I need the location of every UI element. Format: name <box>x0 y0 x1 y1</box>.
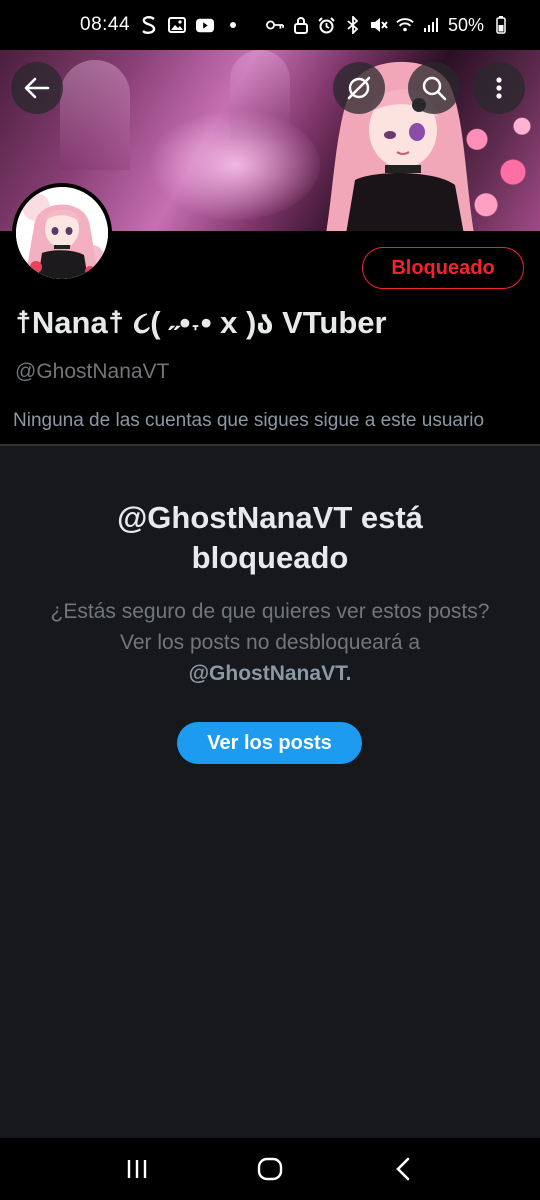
chevron-left-icon <box>396 1157 410 1181</box>
youtube-icon <box>196 16 215 34</box>
home-icon <box>257 1157 283 1181</box>
profile-display-name: ☨Nana☨ ૮( ˶•˕• x )ა VTuber <box>15 305 387 340</box>
blocked-notice-text: ¿Estás seguro de que quieres ver estos p… <box>40 596 500 689</box>
more-options-button[interactable] <box>473 62 525 114</box>
profile-handle: @GhostNanaVT <box>15 360 170 383</box>
gallery-icon <box>168 16 187 34</box>
home-button[interactable] <box>240 1144 300 1194</box>
avatar-illustration <box>16 187 108 279</box>
system-navigation-bar <box>0 1138 540 1200</box>
key-icon <box>265 16 284 34</box>
lock-icon <box>292 16 310 34</box>
back-nav-button[interactable] <box>373 1144 433 1194</box>
recent-apps-icon <box>127 1160 146 1178</box>
banner-glow <box>150 110 320 220</box>
battery-icon <box>492 16 510 34</box>
dot-icon <box>224 16 242 34</box>
alarm-icon <box>318 16 336 34</box>
battery-percent: 50% <box>447 14 484 35</box>
back-button[interactable] <box>11 62 63 114</box>
blocked-notice-title: @GhostNanaVT está bloqueado <box>117 500 423 575</box>
wifi-icon <box>396 16 414 34</box>
banner-window-shape <box>60 60 130 170</box>
signal-icon <box>422 16 440 34</box>
followers-you-know-note[interactable]: Ninguna de las cuentas que sigues sigue … <box>13 410 484 432</box>
recent-apps-button[interactable] <box>107 1144 167 1194</box>
more-vertical-icon <box>496 77 502 99</box>
blocked-notice-handle: @GhostNanaVT. <box>188 662 352 685</box>
view-posts-button[interactable]: Ver los posts <box>177 722 362 764</box>
blocked-button[interactable]: Bloqueado <box>362 247 524 289</box>
search-icon <box>422 76 447 101</box>
grok-button[interactable] <box>333 62 385 114</box>
arrow-left-icon <box>24 77 50 99</box>
mute-icon <box>370 16 388 34</box>
status-time: 08:44 <box>80 14 131 35</box>
s-icon <box>140 16 158 34</box>
banner-roses <box>450 100 540 231</box>
status-bar: 08:44 50% <box>0 0 540 50</box>
grok-icon <box>347 76 371 100</box>
blocked-notice-body: ¿Estás seguro de que quieres ver estos p… <box>50 600 490 654</box>
bluetooth-icon <box>344 16 362 34</box>
avatar[interactable] <box>12 183 112 283</box>
search-button[interactable] <box>408 62 460 114</box>
blocked-notice-panel: @GhostNanaVT está bloqueado ¿Estás segur… <box>0 446 540 1138</box>
